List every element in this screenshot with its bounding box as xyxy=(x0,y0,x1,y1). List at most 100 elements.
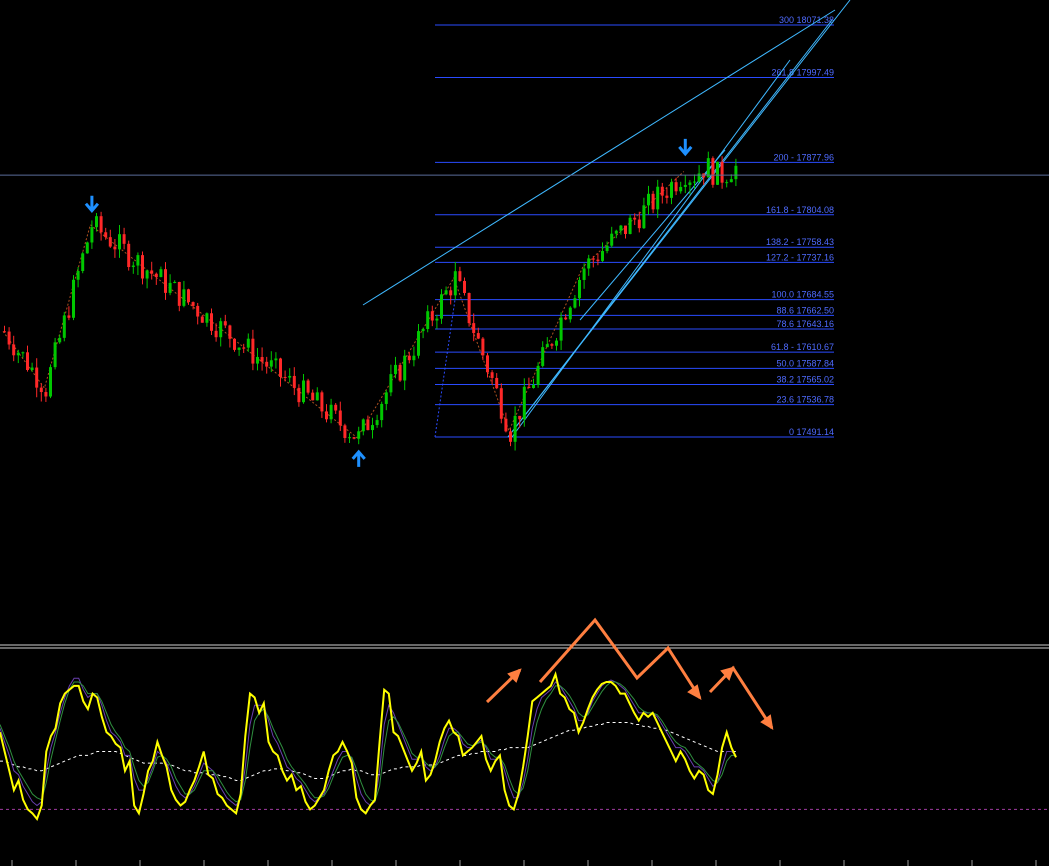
candle-body xyxy=(39,387,43,393)
candle-body xyxy=(651,193,655,210)
candle-body xyxy=(58,337,62,343)
candle-body xyxy=(568,307,572,320)
candle-body xyxy=(564,317,568,320)
annotation-stroke xyxy=(708,665,774,729)
candle-body xyxy=(72,279,75,318)
panel-separator xyxy=(0,644,1049,649)
candle-body xyxy=(260,357,264,362)
candle-body xyxy=(624,225,627,235)
fib-level-label: 50.0 17587.84 xyxy=(776,358,834,368)
candle-body xyxy=(150,270,154,274)
candle-body xyxy=(633,217,637,220)
candle-body xyxy=(302,380,305,403)
fib-level-label: 127.2 - 17737.16 xyxy=(766,252,834,262)
candle-body xyxy=(426,311,430,329)
candle-body xyxy=(453,271,457,296)
candle-body xyxy=(99,216,103,233)
time-axis-ticks xyxy=(11,860,1037,866)
candle-body xyxy=(384,392,388,404)
fib-level-label: 88.6 17662.50 xyxy=(776,305,834,315)
candle-body xyxy=(233,338,236,350)
candle-body xyxy=(440,294,443,319)
annotation-arrows xyxy=(485,617,774,730)
candle-body xyxy=(35,367,39,388)
candle-body xyxy=(214,330,218,338)
candle-body xyxy=(734,165,738,180)
candle-body xyxy=(527,386,531,388)
candle-body xyxy=(325,411,328,420)
candle-body xyxy=(674,182,678,192)
candle-body xyxy=(660,186,664,196)
candle-body xyxy=(541,347,545,366)
trading-chart: 300 18071.38261.8 17997.49200 - 17877.96… xyxy=(0,0,1049,866)
candle-body xyxy=(269,360,273,367)
candle-body xyxy=(283,376,287,378)
candle-body xyxy=(463,280,466,294)
candle-body xyxy=(297,387,301,403)
candle-body xyxy=(256,357,259,364)
candle-body xyxy=(394,364,397,375)
candle-body xyxy=(458,271,462,281)
fib-level-label: 200 - 17877.96 xyxy=(773,152,834,162)
candle-body xyxy=(90,227,94,243)
candle-body xyxy=(228,325,232,339)
fib-level-label: 61.8 - 17610.67 xyxy=(771,342,834,352)
up-arrow-icon xyxy=(351,449,366,467)
candle-body xyxy=(223,321,227,326)
candle-body xyxy=(573,298,577,308)
candle-body xyxy=(389,374,393,393)
candle-body xyxy=(555,340,558,346)
candle-body xyxy=(476,333,480,339)
candle-body xyxy=(729,179,733,183)
fib-level-label: 138.2 - 17758.43 xyxy=(766,237,834,247)
candle-body xyxy=(619,225,623,231)
down-arrow-icon xyxy=(84,195,100,213)
fractal-arrows xyxy=(84,138,693,467)
candle-body xyxy=(504,418,508,432)
candle-body xyxy=(601,251,604,261)
candle-body xyxy=(596,259,600,261)
candle-body xyxy=(637,219,641,229)
candle-body xyxy=(306,380,310,393)
candle-body xyxy=(716,161,719,185)
candle-body xyxy=(182,289,186,306)
zigzag-path xyxy=(2,171,685,439)
candle-body xyxy=(108,237,112,247)
candle-body xyxy=(513,415,517,442)
candle-body xyxy=(398,364,402,381)
candle-body xyxy=(711,158,715,185)
candle-body xyxy=(403,355,407,381)
candle-body xyxy=(191,302,195,306)
candle-body xyxy=(642,205,646,229)
candle-body xyxy=(605,245,609,252)
candle-body xyxy=(279,358,282,377)
candle-body xyxy=(315,392,319,401)
candle-body xyxy=(550,344,554,346)
candle-body xyxy=(352,437,356,439)
candle-body xyxy=(242,347,246,349)
candle-body xyxy=(481,338,485,356)
candle-body xyxy=(173,281,177,283)
candle-body xyxy=(49,367,52,397)
fib-level-label: 161.8 - 17804.08 xyxy=(766,205,834,215)
candle-body xyxy=(141,255,144,279)
candle-body xyxy=(578,279,581,299)
candle-body xyxy=(76,271,80,280)
candle-body xyxy=(706,158,710,178)
fib-level-label: 100.0 17684.55 xyxy=(771,290,834,300)
candle-body xyxy=(104,232,108,238)
candle-body xyxy=(357,431,361,439)
candle-body xyxy=(338,410,342,426)
candle-body xyxy=(614,230,618,234)
candle-body xyxy=(159,269,163,278)
fib-level-label: 300 18071.38 xyxy=(779,15,834,25)
candle-body xyxy=(200,316,204,323)
candle-body xyxy=(127,243,131,268)
trendline xyxy=(507,0,851,438)
candle-body xyxy=(246,338,250,348)
candle-body xyxy=(693,181,696,183)
candle-body xyxy=(154,273,158,278)
candle-body xyxy=(472,323,476,334)
candle-body xyxy=(219,321,223,338)
candle-body xyxy=(407,355,411,361)
